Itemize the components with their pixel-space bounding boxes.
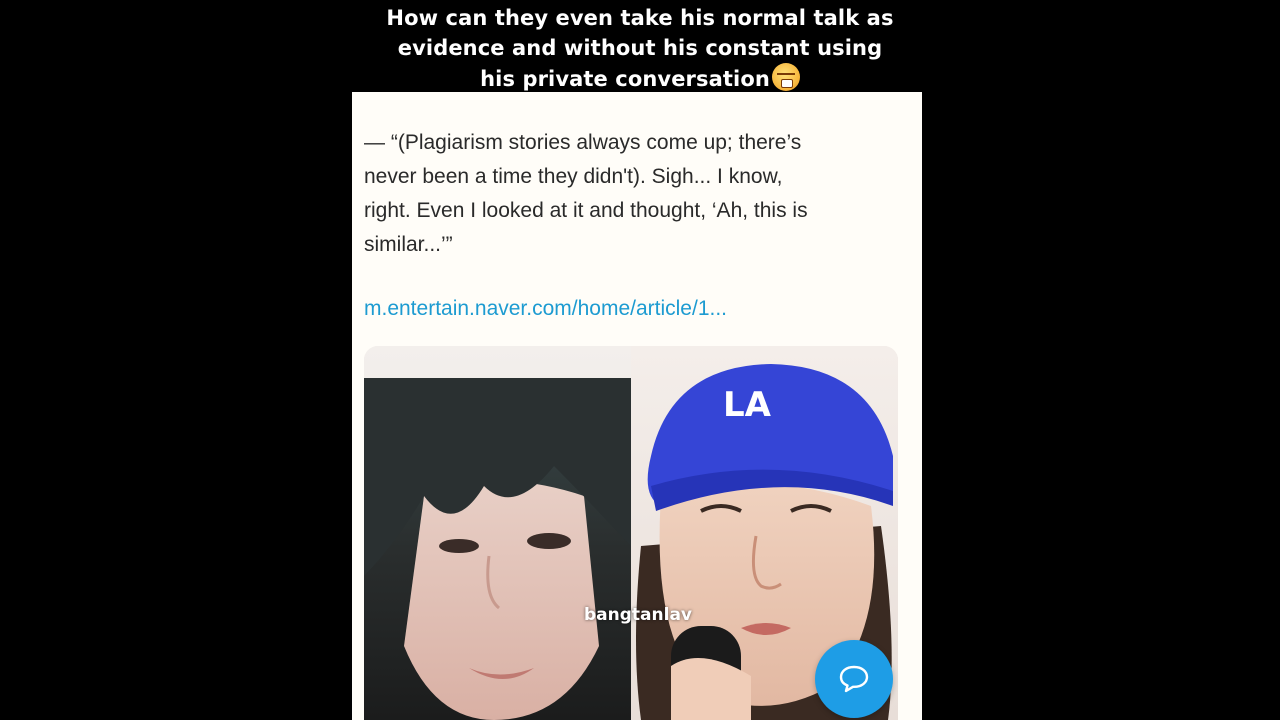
cap-logo-text: LA <box>723 385 772 425</box>
post-quote-text: — “(Plagiarism stories always come up; t… <box>364 126 904 262</box>
caption-line: his private conversation <box>340 63 940 94</box>
quote-line: similar...’” <box>364 233 453 256</box>
article-link[interactable]: m.entertain.naver.com/home/article/1... <box>364 297 727 321</box>
video-frame: How can they even take his normal talk a… <box>0 0 1280 720</box>
speech-bubble-icon <box>839 665 869 693</box>
caption-line: How can they even take his normal talk a… <box>386 6 894 30</box>
quote-line: — “(Plagiarism stories always come up; t… <box>364 131 802 154</box>
steam-from-nose-emoji-icon <box>771 63 800 91</box>
left-photo <box>364 346 631 720</box>
video-caption: How can they even take his normal talk a… <box>340 3 940 94</box>
quote-line: right. Even I looked at it and thought, … <box>364 199 808 222</box>
caption-line-text: his private conversation <box>480 67 770 91</box>
caption-line: evidence and without his constant using <box>397 36 883 60</box>
quote-line: never been a time they didn't). Sigh... … <box>364 165 783 188</box>
post-screenshot: — “(Plagiarism stories always come up; t… <box>352 92 922 720</box>
chat-button[interactable] <box>815 640 893 718</box>
channel-watermark: bangtanlav <box>584 605 692 625</box>
